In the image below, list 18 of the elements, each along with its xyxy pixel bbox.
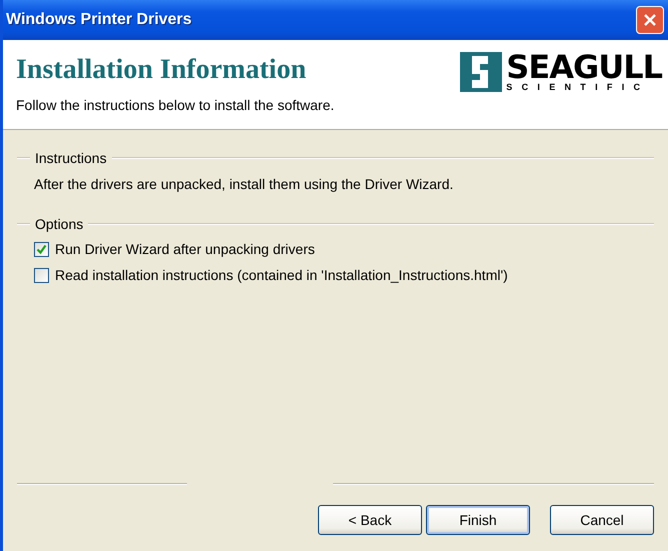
checkbox[interactable]	[34, 268, 49, 282]
instruction-text: After the drivers are unpacked, install them using the Driver Wizard.	[34, 176, 454, 192]
checkbox[interactable]	[34, 242, 49, 256]
option-label: Read installation instructions (contained in 'Installation_Instructions.html')	[55, 267, 508, 283]
group-label: Options	[35, 216, 84, 232]
dialog-button[interactable]: Cancel	[550, 505, 654, 535]
group-label: Instructions	[35, 150, 107, 166]
close-button[interactable]	[636, 6, 664, 34]
dialog-button[interactable]: Finish	[426, 505, 530, 535]
page-heading: Installation Information	[16, 54, 308, 86]
option-label: Run Driver Wizard after unpacking drivers	[55, 241, 315, 257]
close-icon	[643, 13, 657, 27]
subtitle-text: Follow the instructions below to install the software.	[16, 97, 334, 113]
window-title: Windows Printer Drivers	[6, 11, 192, 29]
dialog-button[interactable]: < Back	[318, 505, 422, 535]
logo-icon	[460, 52, 502, 92]
logo-name: SEAGULL	[506, 52, 662, 82]
logo-tagline: SCIENTIFIC	[506, 82, 650, 92]
